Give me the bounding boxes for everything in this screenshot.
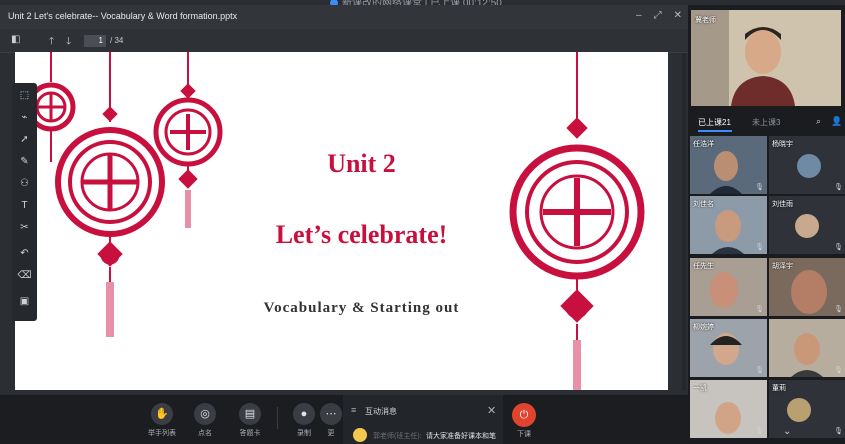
message-text: 请大家准备好课本和笔 — [426, 433, 496, 440]
raise-hand-icon: ✋ — [151, 403, 173, 425]
power-icon: ⏻ — [519, 409, 529, 421]
slide-unit-heading: Unit 2 — [327, 149, 396, 178]
tab-absent[interactable]: 未上课3 — [752, 117, 780, 128]
mic-icon: 🎙 — [755, 367, 764, 374]
chevron-down-icon[interactable]: ⌄ — [783, 426, 791, 437]
mic-icon: 🎙 — [755, 184, 764, 191]
cursor-icon[interactable]: ➚ — [12, 131, 37, 149]
student-tile[interactable]: 杨晓宇 🎙 — [769, 136, 845, 194]
slide-canvas: Unit 2 Let’s celebrate! Vocabulary & Sta… — [15, 52, 668, 390]
sidebar-toggle-icon[interactable]: ◧ — [11, 34, 20, 45]
scissors-icon[interactable]: ✂ — [12, 219, 37, 237]
student-tile[interactable]: 董莉 🎙 — [769, 380, 845, 438]
pen-icon[interactable]: ✎ — [12, 153, 37, 171]
student-tile[interactable]: 任浩洋 🎙 — [690, 136, 767, 194]
classroom-controls-bar: ✋ 举手列表 ◎ 点名 ▤ 答题卡 ● 录制 ⋯ 更 ≡ 互动消息 ✕ 郭老师(… — [0, 395, 688, 444]
toolbar-divider — [277, 407, 278, 429]
laser-pointer-icon[interactable]: ⌁ — [12, 109, 37, 127]
more-button[interactable]: ⋯ 更 — [316, 403, 346, 438]
teacher-name: 冀老师 — [695, 17, 716, 24]
student-tile[interactable]: 柳婉婷 🎙 — [690, 319, 767, 377]
mic-icon: 🎙 — [834, 184, 843, 191]
mic-icon: 🎙 — [834, 306, 843, 313]
slide-title: Let’s celebrate! — [275, 220, 448, 249]
viewer-titlebar: Unit 2 Let's celebrate-- Vocabulary & Wo… — [0, 5, 688, 29]
viewer-toolbar: ◧ 🡑 🡓 1 / 34 — [0, 29, 688, 53]
sender-avatar — [353, 428, 367, 442]
mic-icon: 🎙 — [755, 428, 764, 435]
mic-icon: 🎙 — [755, 306, 764, 313]
attendance-tabs: 已上课21 未上课3 ⌕ 👤 — [688, 113, 845, 132]
app-window: 新课改的网络课堂 | 已上课 00:12:50 Unit 2 Let's cel… — [0, 0, 845, 444]
answer-card-button[interactable]: ▤ 答题卡 — [227, 403, 273, 438]
student-tile[interactable]: 一凯 🎙 — [690, 380, 767, 438]
roll-call-button[interactable]: ◎ 点名 — [182, 403, 228, 438]
end-class-button[interactable]: ⏻ — [512, 403, 536, 427]
toolbox-icon[interactable]: ▣ — [12, 293, 37, 311]
mic-icon: 🎙 — [755, 244, 764, 251]
next-page-icon[interactable]: 🡓 — [66, 34, 71, 51]
mic-icon: 🎙 — [834, 244, 843, 251]
raise-hand-list-button[interactable]: ✋ 举手列表 — [139, 403, 185, 438]
student-tile[interactable]: 刘佳名 🎙 — [690, 196, 767, 254]
roll-call-icon: ◎ — [194, 403, 216, 425]
close-icon[interactable]: ✕ — [674, 10, 682, 21]
drawing-toolbar: ⬚ ⌁ ➚ ✎ ⚇ T ✂ ↶ ⌫ ▣ — [12, 83, 37, 321]
shapes-icon[interactable]: ⚇ — [12, 175, 37, 193]
close-icon[interactable]: ✕ — [487, 404, 496, 417]
undo-icon[interactable]: ↶ — [12, 245, 37, 263]
mic-icon: 🎙 — [834, 367, 843, 374]
expand-icon[interactable]: ⤢ — [654, 10, 662, 21]
tab-attended[interactable]: 已上课21 — [698, 117, 731, 128]
end-class-label: 下课 — [517, 431, 531, 438]
student-tile[interactable]: 任先生 🎙 — [690, 258, 767, 316]
vertical-scrollbar[interactable] — [682, 53, 686, 391]
mic-icon: 🎙 — [834, 428, 843, 435]
menu-icon[interactable]: ≡ — [351, 405, 356, 415]
answer-card-icon: ▤ — [239, 403, 261, 425]
search-icon[interactable]: ⌕ — [816, 116, 821, 127]
eraser-icon[interactable]: ⌫ — [12, 267, 37, 285]
slide-subtitle: Vocabulary & Starting out — [263, 300, 460, 316]
text-tool-icon[interactable]: T — [12, 197, 37, 215]
page-total: / 34 — [110, 36, 124, 45]
file-title: Unit 2 Let's celebrate-- Vocabulary & Wo… — [8, 11, 238, 21]
more-icon: ⋯ — [320, 403, 342, 425]
student-tile[interactable]: 胡泽宇 🎙 — [769, 258, 845, 316]
interaction-title: 互动消息 — [365, 407, 397, 416]
page-number-input[interactable]: 1 — [84, 35, 106, 47]
window-controls: – ⤢ ✕ — [636, 10, 682, 21]
active-tab-indicator — [698, 130, 732, 132]
participants-panel: 冀老师 已上课21 未上课3 ⌕ 👤 任浩洋 🎙 杨晓宇 🎙 刘佳名 🎙 刘佳雨 — [688, 5, 845, 444]
user-icon[interactable]: 👤 — [831, 116, 842, 127]
student-tile[interactable]: 🎙 — [769, 319, 845, 377]
student-tile[interactable]: 刘佳雨 🎙 — [769, 196, 845, 254]
record-icon: ● — [293, 403, 315, 425]
message-sender: 郭老师(班主任): — [373, 433, 422, 440]
interaction-message-panel: ≡ 互动消息 ✕ 郭老师(班主任): 请大家准备好课本和笔 — [343, 395, 503, 444]
teacher-video[interactable]: 冀老师 — [691, 10, 841, 106]
select-area-icon[interactable]: ⬚ — [12, 87, 37, 105]
prev-page-icon[interactable]: 🡑 — [49, 34, 54, 51]
minimize-icon[interactable]: – — [636, 10, 642, 21]
